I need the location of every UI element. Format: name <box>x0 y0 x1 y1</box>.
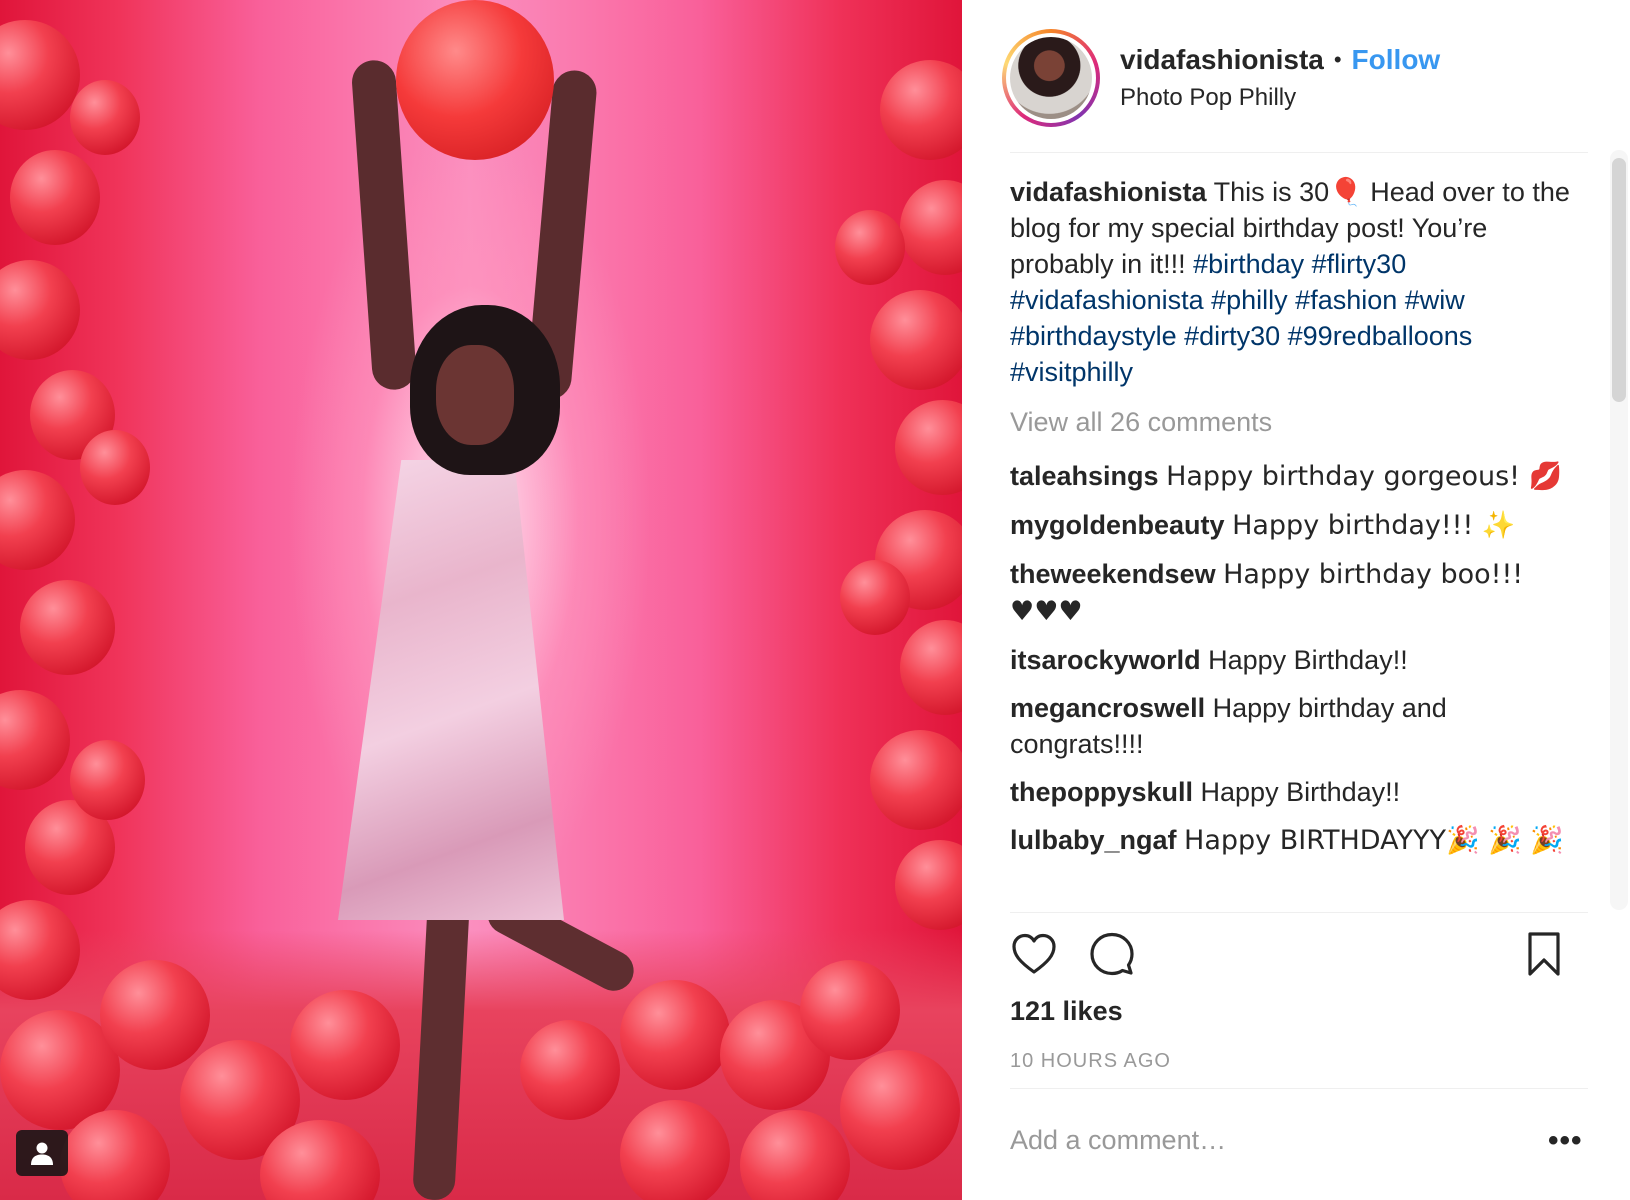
comment-username[interactable]: lulbaby_ngaf <box>1010 825 1177 855</box>
bookmark-icon[interactable] <box>1520 930 1568 978</box>
post-caption: vidafashionista This is 30🎈 Head over to… <box>1010 174 1570 390</box>
view-all-comments-link[interactable]: View all 26 comments <box>1010 404 1570 440</box>
held-balloon <box>396 0 554 160</box>
scrollbar-thumb[interactable] <box>1612 158 1626 402</box>
comment-item: mygoldenbeauty Happy birthday!!! ✨ <box>1010 507 1570 544</box>
comment-bubble-icon[interactable] <box>1088 930 1136 978</box>
comment-item: megancroswell Happy birthday and congrat… <box>1010 690 1570 762</box>
comment-username[interactable]: thepoppyskull <box>1010 777 1193 807</box>
comment-item: theweekendsew Happy birthday boo!!! ♥♥♥ <box>1010 556 1570 630</box>
post-header: vidafashionista • Follow Photo Pop Phill… <box>1002 26 1590 130</box>
caption-username[interactable]: vidafashionista <box>1010 177 1207 207</box>
post-actions <box>1010 930 1590 986</box>
post-timestamp[interactable]: 10 HOURS AGO <box>1010 1050 1171 1073</box>
divider <box>1010 152 1588 153</box>
comment-username[interactable]: theweekendsew <box>1010 559 1216 589</box>
comment-item: itsarockyworld Happy Birthday!! <box>1010 642 1570 678</box>
comment-text: Happy birthday!!! ✨ <box>1232 510 1516 541</box>
post-photo[interactable] <box>0 0 962 1200</box>
heart-icon[interactable] <box>1010 930 1058 978</box>
comment-item: taleahsings Happy birthday gorgeous! 💋 <box>1010 458 1570 495</box>
divider <box>1010 1088 1588 1089</box>
location-link[interactable]: Photo Pop Philly <box>1120 84 1440 112</box>
comment-text: Happy BIRTHDAYYY🎉 🎉 🎉 <box>1184 825 1564 856</box>
more-options-icon[interactable]: ••• <box>1548 1124 1583 1158</box>
comment-text: Happy Birthday!! <box>1200 777 1401 807</box>
comment-username[interactable]: mygoldenbeauty <box>1010 510 1225 540</box>
comment-text: Happy Birthday!! <box>1208 645 1408 675</box>
instagram-post-modal: vidafashionista • Follow Photo Pop Phill… <box>0 0 1630 1200</box>
comments-list: vidafashionista This is 30🎈 Head over to… <box>1010 174 1570 914</box>
comment-username[interactable]: taleahsings <box>1010 461 1159 491</box>
comment-username[interactable]: itsarockyworld <box>1010 645 1201 675</box>
comment-item: lulbaby_ngaf Happy BIRTHDAYYY🎉 🎉 🎉 <box>1010 822 1570 859</box>
comment-item: thepoppyskull Happy Birthday!! <box>1010 774 1570 810</box>
divider <box>1010 912 1588 913</box>
add-comment-input[interactable] <box>1010 1118 1450 1162</box>
comment-username[interactable]: megancroswell <box>1010 693 1205 723</box>
comment-text: Happy birthday gorgeous! 💋 <box>1166 461 1563 492</box>
avatar[interactable] <box>1002 29 1100 127</box>
person-tag-icon[interactable] <box>16 1130 68 1176</box>
author-username[interactable]: vidafashionista <box>1120 44 1324 76</box>
separator-dot: • <box>1333 47 1342 72</box>
follow-button[interactable]: Follow <box>1352 44 1441 76</box>
likes-count[interactable]: 121 likes <box>1010 996 1123 1027</box>
post-sidebar: vidafashionista • Follow Photo Pop Phill… <box>962 0 1630 1200</box>
